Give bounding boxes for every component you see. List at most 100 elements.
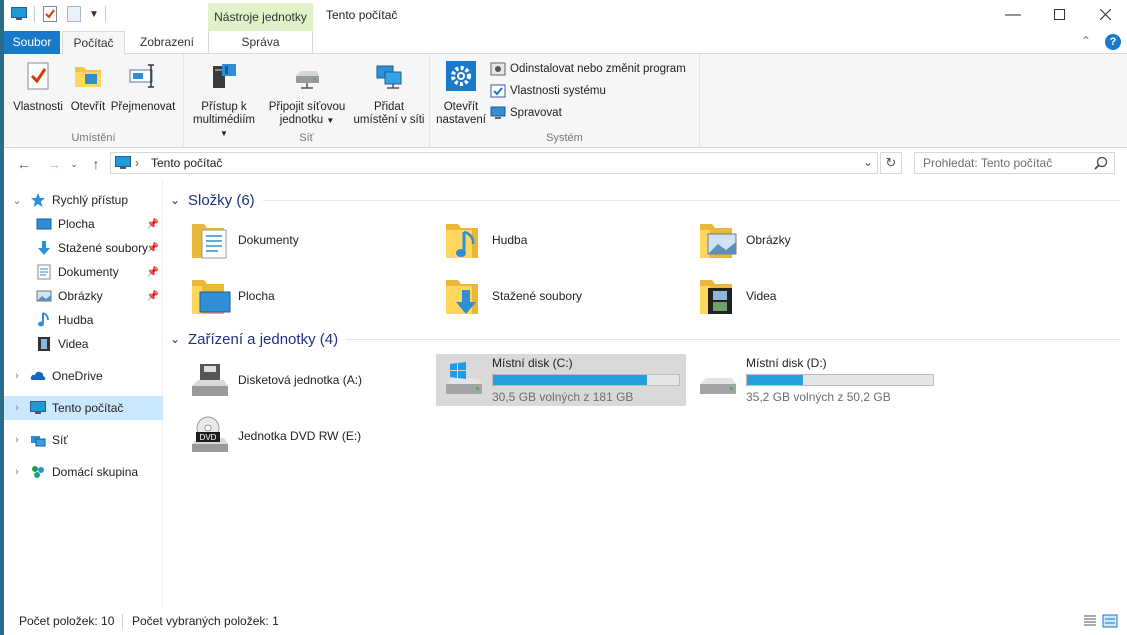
folder-pictures[interactable]: Obrázky bbox=[690, 214, 940, 266]
nav-item-desktop[interactable]: Plocha 📌 bbox=[4, 212, 163, 236]
videos-folder-icon bbox=[700, 280, 732, 314]
open-settings-button[interactable]: Otevřít nastavení bbox=[436, 60, 486, 127]
search-placeholder: Prohledat: Tento počítač bbox=[923, 156, 1053, 170]
desktop-icon bbox=[36, 218, 52, 230]
nav-item-music[interactable]: Hudba bbox=[4, 308, 163, 332]
nav-item-videos[interactable]: Videa bbox=[4, 332, 163, 356]
section-divider bbox=[346, 338, 1120, 340]
refresh-button[interactable]: ↻ bbox=[880, 152, 902, 174]
documents-folder-icon bbox=[192, 224, 227, 259]
computer-icon bbox=[115, 156, 131, 169]
ribbon-tabs: Soubor Počítač Zobrazení Správa ⌃ ? bbox=[4, 31, 1127, 55]
back-button[interactable]: ← bbox=[14, 154, 34, 174]
nav-item-pictures[interactable]: Obrázky 📌 bbox=[4, 284, 163, 308]
rename-button[interactable]: Přejmenovat bbox=[110, 60, 176, 114]
music-folder-icon bbox=[446, 224, 478, 258]
chevron-down-icon: ⌄ bbox=[170, 332, 181, 346]
star-icon bbox=[31, 193, 45, 207]
recent-locations-button[interactable]: ⌄ bbox=[64, 154, 84, 174]
close-button[interactable] bbox=[1082, 0, 1127, 29]
navigation-pane: ⌄ Rychlý přístup Plocha 📌 Stažené soubor… bbox=[4, 180, 163, 608]
refresh-icon: ↻ bbox=[885, 155, 897, 170]
nav-item-downloads[interactable]: Stažené soubory 📌 bbox=[4, 236, 163, 260]
tab-computer[interactable]: Počítač bbox=[62, 31, 125, 55]
pictures-folder-icon bbox=[700, 224, 737, 258]
map-network-drive-button[interactable]: Připojit síťovou jednotku ▼ bbox=[264, 60, 350, 127]
pin-icon: 📌 bbox=[146, 266, 159, 278]
system-properties-button[interactable]: Vlastnosti systému bbox=[490, 81, 606, 101]
chevron-right-icon[interactable]: › bbox=[10, 402, 24, 414]
breadcrumb-chevron-icon[interactable]: › bbox=[135, 156, 139, 170]
homegroup-icon bbox=[32, 466, 44, 478]
network-location-icon bbox=[376, 65, 402, 89]
address-bar[interactable]: › Tento počítač ⌄ bbox=[110, 152, 878, 174]
nav-item-documents[interactable]: Dokumenty 📌 bbox=[4, 260, 163, 284]
chevron-right-icon[interactable]: › bbox=[10, 466, 24, 478]
music-note-icon bbox=[38, 312, 49, 327]
devices-section-header[interactable]: ⌄ Zařízení a jednotky (4) bbox=[170, 328, 1120, 350]
customize-dropdown-icon[interactable]: ▼ bbox=[89, 5, 99, 23]
pin-icon: 📌 bbox=[146, 242, 159, 254]
up-button[interactable]: ↑ bbox=[86, 154, 106, 174]
properties-check-icon[interactable] bbox=[41, 5, 59, 23]
folders-section-header[interactable]: ⌄ Složky (6) bbox=[170, 189, 1120, 211]
gear-icon bbox=[446, 61, 476, 91]
properties-check-icon bbox=[27, 62, 49, 90]
drive-floppy[interactable]: Disketová jednotka (A:) bbox=[182, 354, 432, 406]
document-icon bbox=[37, 264, 51, 280]
nav-item-quick-access[interactable]: ⌄ Rychlý přístup bbox=[4, 188, 163, 212]
chevron-right-icon[interactable]: › bbox=[10, 434, 24, 446]
group-system: Otevřít nastavení Odinstalovat nebo změn… bbox=[430, 54, 700, 148]
drive-c[interactable]: Místní disk (C:) 30,5 GB volných z 181 G… bbox=[436, 354, 686, 406]
folder-music[interactable]: Hudba bbox=[436, 214, 686, 266]
tiles-view-icon[interactable] bbox=[1102, 613, 1118, 629]
hard-drive-icon bbox=[700, 378, 736, 394]
pin-icon: 📌 bbox=[146, 218, 159, 230]
uninstall-program-button[interactable]: Odinstalovat nebo změnit program bbox=[490, 59, 686, 79]
status-bar: Počet položek: 10 Počet vybraných polože… bbox=[4, 608, 1127, 635]
ribbon: Vlastnosti Otevřít Přejmenovat Umístění … bbox=[4, 54, 1127, 148]
add-network-location-button[interactable]: Přidat umístění v síti bbox=[352, 60, 426, 127]
chevron-down-icon[interactable]: ⌄ bbox=[10, 194, 24, 207]
breadcrumb[interactable]: Tento počítač bbox=[151, 156, 222, 170]
drive-dvd[interactable]: DVD Jednotka DVD RW (E:) bbox=[182, 410, 432, 462]
windows-drive-icon bbox=[446, 362, 482, 394]
computer-icon[interactable] bbox=[10, 5, 28, 23]
collapse-ribbon-icon[interactable]: ⌃ bbox=[1081, 34, 1091, 50]
minimize-button[interactable]: — bbox=[990, 0, 1036, 29]
folder-desktop[interactable]: Plocha bbox=[182, 270, 432, 322]
search-input[interactable]: Prohledat: Tento počítač bbox=[914, 152, 1115, 174]
nav-item-this-pc[interactable]: › Tento počítač bbox=[4, 396, 163, 420]
content-area: ⌄ Složky (6) Dokumenty Hudba Obrázky Plo… bbox=[164, 180, 1127, 608]
open-button[interactable]: Otevřít bbox=[66, 60, 110, 114]
drive-d[interactable]: Místní disk (D:) 35,2 GB volných z 50,2 … bbox=[690, 354, 940, 406]
details-view-icon[interactable] bbox=[1082, 613, 1098, 629]
forward-button[interactable]: → bbox=[44, 154, 64, 174]
dvd-drive-icon: DVD bbox=[192, 416, 228, 452]
nav-item-homegroup[interactable]: › Domácí skupina bbox=[4, 460, 163, 484]
arrow-up-icon: ↑ bbox=[92, 156, 100, 172]
download-arrow-icon bbox=[38, 241, 50, 255]
chevron-right-icon[interactable]: › bbox=[10, 370, 24, 382]
nav-item-onedrive[interactable]: › OneDrive bbox=[4, 364, 163, 388]
new-folder-icon[interactable] bbox=[65, 5, 83, 23]
quick-access-toolbar: ▼ bbox=[10, 5, 106, 23]
nav-item-network[interactable]: › Síť bbox=[4, 428, 163, 452]
tab-file[interactable]: Soubor bbox=[4, 31, 60, 54]
properties-button[interactable]: Vlastnosti bbox=[10, 60, 66, 114]
folder-documents[interactable]: Dokumenty bbox=[182, 214, 432, 266]
manage-button[interactable]: Spravovat bbox=[490, 103, 562, 123]
folder-videos[interactable]: Videa bbox=[690, 270, 940, 322]
section-title: Složky (6) bbox=[188, 191, 255, 209]
tab-view[interactable]: Zobrazení bbox=[130, 31, 204, 54]
network-icon bbox=[31, 436, 46, 447]
address-dropdown-icon[interactable]: ⌄ bbox=[863, 155, 873, 169]
maximize-button[interactable] bbox=[1036, 0, 1082, 29]
qat-divider bbox=[105, 6, 106, 22]
help-icon[interactable]: ? bbox=[1105, 34, 1121, 50]
folder-downloads[interactable]: Stažené soubory bbox=[436, 270, 686, 322]
media-access-button[interactable]: Přístup k multimédiím ▼ bbox=[188, 60, 260, 140]
group-label: Systém bbox=[546, 132, 583, 144]
tab-manage[interactable]: Správa bbox=[208, 31, 313, 54]
film-icon bbox=[38, 337, 50, 351]
